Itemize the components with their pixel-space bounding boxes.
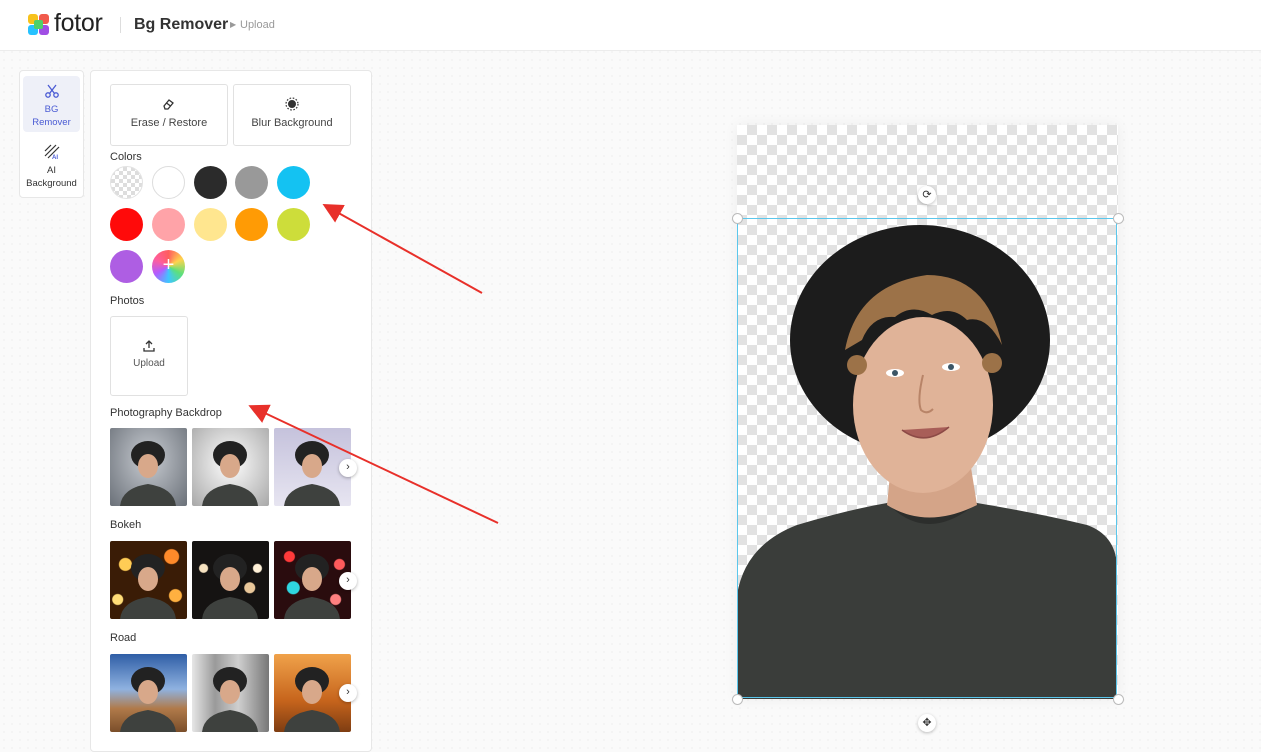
image-canvas[interactable] <box>737 125 1118 699</box>
add-custom-color-button[interactable]: + <box>152 250 185 283</box>
rail-item-bg-remover[interactable]: BG Remover <box>23 76 80 132</box>
person-thumbnail-icon <box>120 667 176 732</box>
ai-background-icon: AI <box>44 144 59 160</box>
photos-heading: Photos <box>110 295 145 307</box>
person-thumbnail-icon <box>120 554 176 619</box>
person-thumbnail-icon <box>202 441 258 506</box>
upload-photo-button[interactable]: Upload <box>110 316 188 396</box>
person-thumbnail-icon <box>202 667 258 732</box>
subject-cutout-image[interactable] <box>737 125 1118 699</box>
backdrop-thumbnail[interactable] <box>110 428 187 506</box>
left-rail: BG Remover AI AI Background <box>19 70 84 198</box>
brand-name[interactable]: fotor <box>54 9 103 38</box>
swatch-black[interactable] <box>194 166 227 199</box>
erase-restore-label: Erase / Restore <box>130 117 208 129</box>
rail-label-line2: Remover <box>32 117 71 128</box>
bokeh-next-button[interactable]: › <box>339 572 357 590</box>
resize-handle-bottom-left[interactable] <box>732 694 743 705</box>
scissors-icon <box>44 84 59 98</box>
swatch-transparent[interactable] <box>110 166 143 199</box>
upload-label: Upload <box>133 358 165 369</box>
swatch-gray[interactable] <box>235 166 268 199</box>
rail-label-line1: BG <box>44 104 59 115</box>
swatch-pink[interactable] <box>152 208 185 241</box>
header-divider <box>120 17 121 33</box>
bokeh-thumbnail[interactable] <box>192 541 269 619</box>
swatch-orange[interactable] <box>235 208 268 241</box>
bg-remover-panel: Erase / Restore Blur Background Colors +… <box>90 70 372 752</box>
backdrop-thumbnail[interactable] <box>192 428 269 506</box>
colors-heading: Colors <box>110 151 142 163</box>
swatch-red[interactable] <box>110 208 143 241</box>
eraser-icon <box>163 99 174 110</box>
bokeh-heading: Bokeh <box>110 519 142 531</box>
page-title: Bg Remover <box>134 16 229 33</box>
backdrop-next-button[interactable]: › <box>339 459 357 477</box>
bokeh-thumbnail[interactable] <box>110 541 187 619</box>
blur-background-label: Blur Background <box>251 117 333 129</box>
top-header: fotor Bg Remover ▶ Upload <box>0 0 1261 51</box>
rail-label-line1: AI <box>47 165 56 176</box>
swatch-white[interactable] <box>152 166 185 199</box>
road-heading: Road <box>110 632 137 644</box>
road-next-button[interactable]: › <box>339 684 357 702</box>
blur-background-button[interactable]: Blur Background <box>233 84 351 146</box>
swatch-light-yellow[interactable] <box>194 208 227 241</box>
rotate-handle[interactable]: ⟳ <box>918 186 936 204</box>
resize-handle-bottom-right[interactable] <box>1113 694 1124 705</box>
breadcrumb-arrow-icon: ▶ <box>230 20 237 29</box>
move-icon: ✥ <box>922 717 932 729</box>
swatch-cyan[interactable] <box>277 166 310 199</box>
breadcrumb: Upload <box>240 19 275 31</box>
move-handle[interactable]: ✥ <box>918 714 936 732</box>
rail-item-ai-background[interactable]: AI AI Background <box>23 137 80 193</box>
chevron-right-icon: › <box>346 686 350 698</box>
swatch-lime[interactable] <box>277 208 310 241</box>
person-thumbnail-icon <box>120 441 176 506</box>
fotor-logo-icon[interactable] <box>28 14 49 35</box>
photography-backdrop-heading: Photography Backdrop <box>110 407 222 419</box>
rotate-icon: ⟳ <box>922 189 932 201</box>
rail-label-line2: Background <box>26 178 77 189</box>
chevron-right-icon: › <box>346 574 350 586</box>
svg-text:AI: AI <box>52 155 58 160</box>
blur-icon <box>285 97 299 111</box>
chevron-right-icon: › <box>346 461 350 473</box>
erase-restore-button[interactable]: Erase / Restore <box>110 84 228 146</box>
plus-icon: + <box>162 254 175 276</box>
person-thumbnail-icon <box>202 554 258 619</box>
upload-icon <box>143 340 155 352</box>
resize-handle-top-right[interactable] <box>1113 213 1124 224</box>
road-thumbnail[interactable] <box>110 654 187 732</box>
resize-handle-top-left[interactable] <box>732 213 743 224</box>
road-thumbnail[interactable] <box>192 654 269 732</box>
swatch-purple[interactable] <box>110 250 143 283</box>
